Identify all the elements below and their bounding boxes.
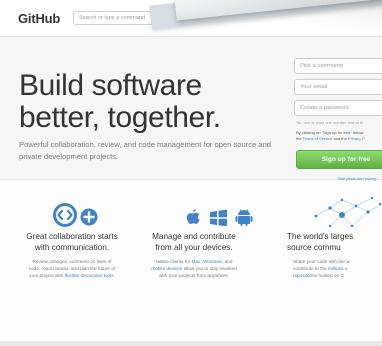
plus-circle-icon [80, 208, 98, 226]
bottom-divider [0, 341, 382, 346]
android-icon [235, 209, 253, 226]
search-placeholder: Search or type a command [79, 15, 146, 21]
feature-description: Review changes, comment on lines of code… [15, 258, 129, 279]
terms-middle: the [296, 136, 303, 141]
terms-and: and the [332, 136, 348, 141]
password-tip: Tip: use at least one number and at le [296, 120, 364, 125]
network-graph-icon [314, 196, 382, 228]
mobile-devices-link[interactable]: mobile devices [151, 266, 182, 271]
feature-community: The world's larges source commu Share yo… [281, 232, 382, 279]
terms-prefix: By clicking on "Sign up for free" below [296, 130, 364, 135]
plans-pricing-link[interactable]: See plans and pricing [338, 176, 376, 181]
username-field[interactable]: Pick a username [294, 58, 382, 74]
hero-subtitle: Powerful collaboration, review, and code… [19, 140, 272, 161]
discussion-tools-link[interactable]: flexible discussion tools [65, 273, 114, 278]
terms-link[interactable]: Terms of Service [303, 136, 333, 141]
feature-title: The world's larges source commu [287, 232, 354, 252]
feature-title: Manage and contribute from all your devi… [152, 232, 236, 252]
apple-icon [186, 209, 200, 224]
github-logo[interactable]: GitHub [18, 11, 60, 26]
comment-discussion-icon [53, 203, 77, 227]
signup-button[interactable]: Sign up for free [296, 150, 382, 169]
email-field[interactable]: Your email [294, 79, 382, 95]
terms-text: By clicking on "Sign up for free" below … [296, 130, 365, 142]
feature-sep: , and [222, 259, 233, 264]
windows-icon [210, 209, 227, 226]
collaboration-icons [53, 203, 98, 227]
hero-title: Build software better, together. [19, 69, 221, 134]
username-placeholder: Pick a username [300, 63, 344, 69]
device-icons [186, 209, 253, 226]
repositories-link[interactable]: repositories [293, 273, 317, 278]
password-field[interactable]: Create a password [294, 100, 382, 116]
feature-description: Native clients for Mac, Windows, and mobi… [137, 258, 251, 279]
privacy-link[interactable]: Privacy P [348, 136, 365, 141]
windows-link[interactable]: Windows [203, 259, 222, 264]
feature-devices: Manage and contribute from all your devi… [137, 232, 251, 279]
feature-collaboration: Great collaboration starts with communic… [15, 232, 129, 279]
github-homepage: GitHub Search or type a command Build so… [0, 0, 382, 346]
feature-description-prefix: Native clients for [155, 259, 192, 264]
feature-description-end: . [113, 273, 115, 278]
feature-title: Great collaboration starts with communic… [26, 232, 118, 252]
email-placeholder: Your email [300, 84, 328, 90]
millions-link[interactable]: millions o [328, 266, 348, 271]
feature-description: Share your code with the w contribute to… [281, 258, 382, 279]
feature-description-end: hosted on G [317, 273, 345, 278]
password-placeholder: Create a password [300, 105, 349, 111]
